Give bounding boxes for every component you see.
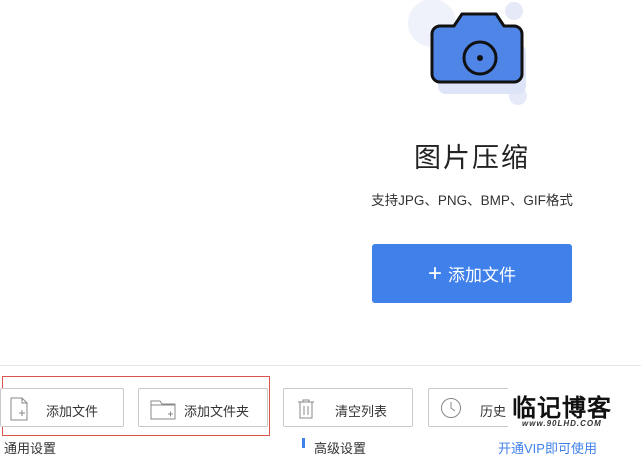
add-file-button[interactable]: 添加文件 <box>0 388 124 427</box>
add-file-button-label: 添加文件 <box>448 266 516 285</box>
watermark-url: www.90LHD.COM <box>522 419 602 428</box>
history-label: 历史 <box>480 404 507 419</box>
advanced-settings-label: 高级设置 <box>314 441 367 456</box>
clock-icon <box>441 398 461 418</box>
clear-list-button[interactable]: 清空列表 <box>283 388 413 427</box>
general-settings-label: 通用设置 <box>4 441 57 456</box>
add-folder-label: 添加文件夹 <box>184 404 250 419</box>
supported-formats-text: 支持JPG、PNG、BMP、GIF格式 <box>371 193 573 208</box>
plus-icon: + <box>427 259 442 287</box>
page-title: 图片压缩 <box>414 143 530 173</box>
add-file-button-primary[interactable]: + 添加文件 <box>372 244 572 303</box>
camera-icon <box>408 0 527 105</box>
vip-link[interactable]: 开通VIP即可使用 <box>498 438 597 457</box>
watermark: 临记博客 www.90LHD.COM <box>508 386 641 432</box>
trash-icon <box>298 399 314 419</box>
folder-icon <box>150 400 176 420</box>
watermark-text: 临记博客 <box>512 395 612 422</box>
add-folder-button[interactable]: 添加文件夹 <box>138 388 268 427</box>
divider <box>0 365 641 366</box>
add-file-label: 添加文件 <box>46 404 99 419</box>
file-icon <box>10 397 28 421</box>
clear-list-label: 清空列表 <box>335 404 388 419</box>
